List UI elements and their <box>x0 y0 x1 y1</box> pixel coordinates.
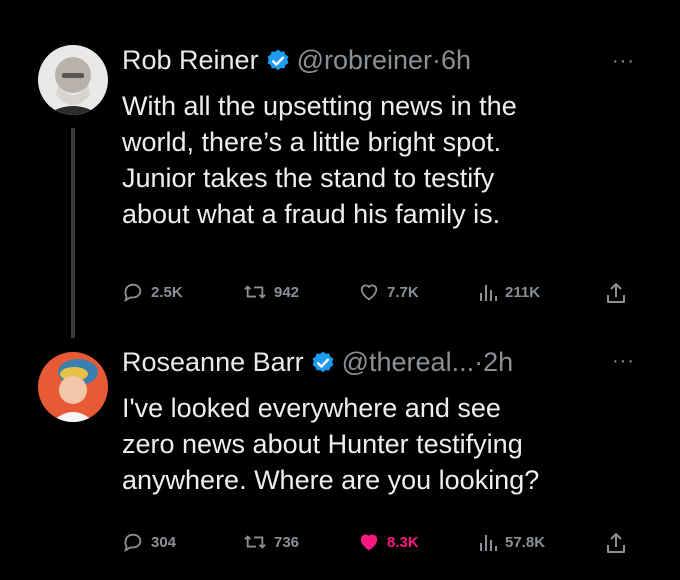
tweet-header: Roseanne Barr @thereal... ·2h <box>122 347 513 378</box>
reply-icon <box>124 533 142 553</box>
avatar[interactable] <box>38 352 108 422</box>
timestamp[interactable]: ·6h <box>432 45 471 76</box>
views-chart-icon <box>480 535 497 551</box>
tweet-header: Rob Reiner @robreiner ·6h <box>122 45 471 76</box>
retweet-icon <box>244 535 266 549</box>
views-button[interactable]: 57.8K <box>478 531 545 553</box>
share-icon <box>607 533 625 553</box>
timestamp[interactable]: ·2h <box>474 347 513 378</box>
like-count: 8.3K <box>387 533 419 551</box>
action-bar: 304 736 8.3K 57.8K <box>0 531 680 557</box>
retweet-count: 736 <box>274 533 300 551</box>
retweet-icon <box>244 285 266 299</box>
share-button[interactable] <box>605 531 627 560</box>
share-button[interactable] <box>605 281 627 310</box>
retweet-button[interactable]: 942 <box>243 281 299 303</box>
more-options-icon[interactable]: ··· <box>612 50 635 73</box>
avatar-roseanne-barr-image <box>38 352 108 422</box>
views-chart-icon <box>480 285 497 301</box>
views-button[interactable]: 211K <box>478 281 540 303</box>
verified-badge-icon <box>267 49 288 70</box>
author-handle[interactable]: @robreiner <box>297 45 432 76</box>
heart-filled-icon <box>360 534 378 551</box>
more-options-icon[interactable]: ··· <box>612 350 635 373</box>
reply-button[interactable]: 2.5K <box>122 281 183 303</box>
reply-count: 2.5K <box>151 283 183 301</box>
share-icon <box>607 283 625 303</box>
retweet-count: 942 <box>274 283 300 301</box>
reply-icon <box>124 283 142 303</box>
author-name[interactable]: Roseanne Barr <box>122 347 304 378</box>
view-count: 211K <box>505 283 541 301</box>
avatar[interactable] <box>38 45 108 115</box>
verified-badge-icon <box>312 351 334 372</box>
reply-count: 304 <box>151 533 177 551</box>
retweet-button[interactable]: 736 <box>243 531 299 553</box>
heart-icon <box>360 284 378 301</box>
author-name[interactable]: Rob Reiner <box>122 45 259 76</box>
like-count: 7.7K <box>387 283 419 301</box>
view-count: 57.8K <box>505 533 546 551</box>
reply-button[interactable]: 304 <box>122 531 176 553</box>
avatar-rob-reiner-image <box>38 45 108 115</box>
like-button[interactable]: 8.3K <box>358 531 419 553</box>
tweet-text: With all the upsetting news in the world… <box>122 91 517 229</box>
tweet-text: I've looked everywhere and see zero news… <box>122 393 540 495</box>
author-handle[interactable]: @thereal... <box>342 347 474 378</box>
like-button[interactable]: 7.7K <box>358 281 419 303</box>
action-bar: 2.5K 942 7.7K 211K <box>0 281 680 307</box>
